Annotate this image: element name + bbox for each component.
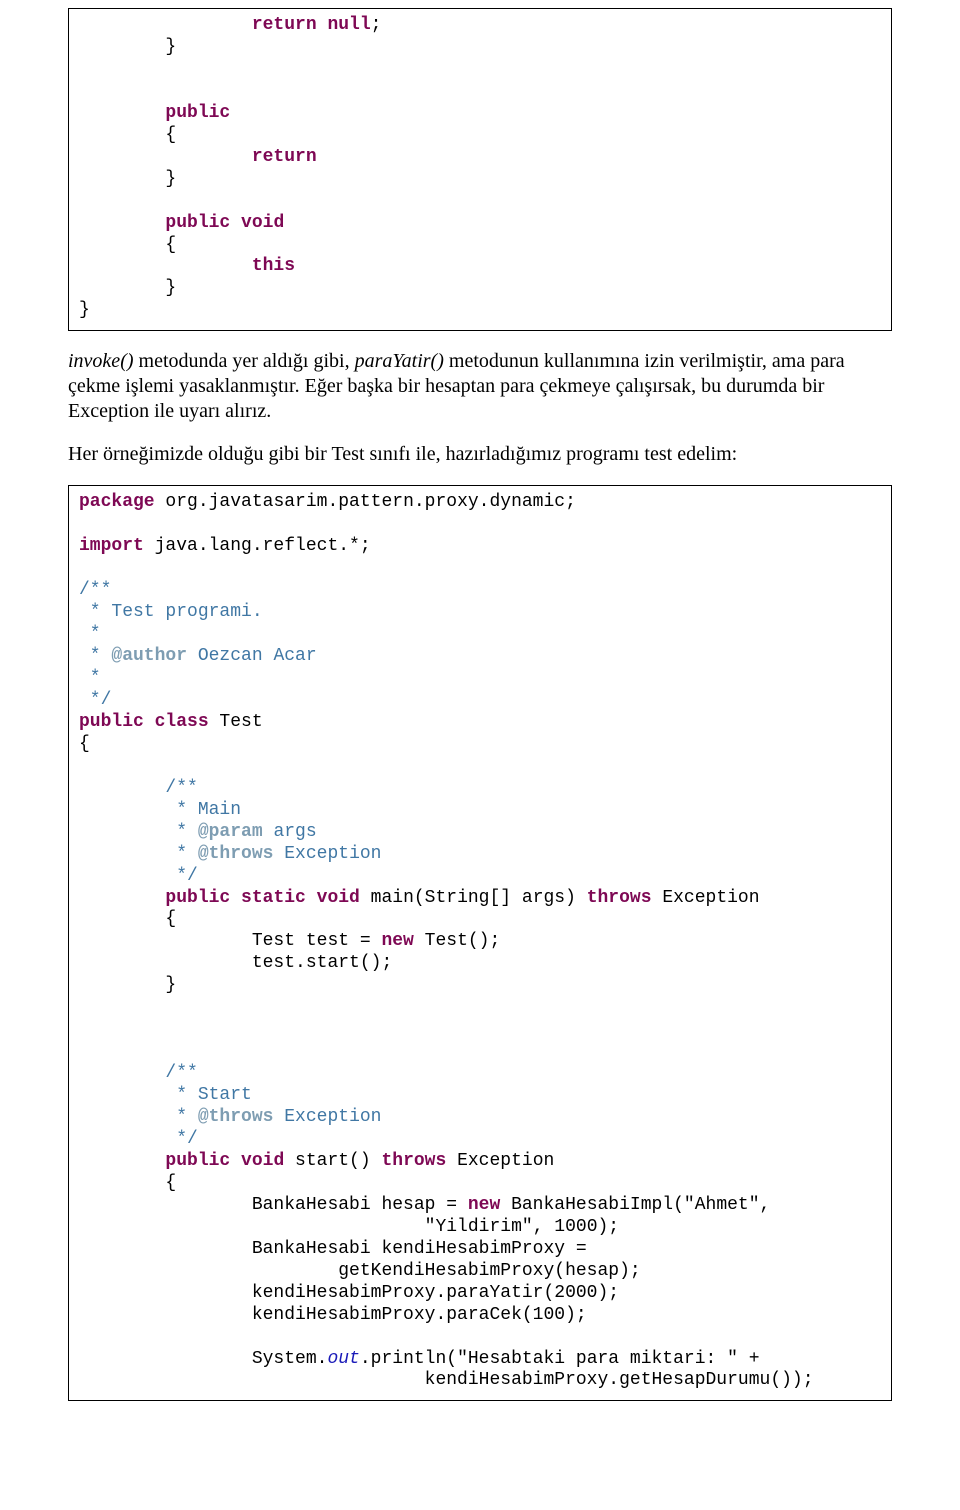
code-block-1: return null; } public { return } public … (68, 8, 892, 331)
text: .println( (360, 1349, 457, 1369)
text: BankaHesabi kendiHesabimProxy = (79, 1239, 597, 1259)
text: start() (284, 1151, 381, 1171)
javadoc: /** (79, 580, 111, 600)
text: { (79, 235, 176, 255)
text: java.lang.reflect.*; (144, 536, 371, 556)
text: Test(); (414, 931, 500, 951)
text: , (760, 1195, 771, 1215)
kw-public-void: public void (165, 213, 284, 233)
javadoc: * (79, 646, 111, 666)
javadoc: * (79, 668, 101, 688)
text: { (79, 909, 176, 929)
kw-new: new (468, 1195, 500, 1215)
javadoc: args (263, 822, 317, 842)
kw-public-class: public class (79, 712, 209, 732)
text: { (79, 125, 176, 145)
text: main(String[] args) (360, 888, 587, 908)
string-literal: "Yildirim" (425, 1217, 533, 1237)
javadoc: Exception (273, 844, 381, 864)
text: ; (371, 15, 382, 35)
text (79, 1327, 252, 1347)
javadoc-tag-param: @param (198, 822, 263, 842)
javadoc: * Start (79, 1085, 252, 1105)
static-member-out: out (327, 1349, 359, 1369)
text: } (79, 169, 176, 189)
text: BankaHesabi hesap = (79, 1195, 468, 1215)
javadoc: * (79, 844, 198, 864)
kw-public-static-void: public static void (165, 888, 359, 908)
italic-term: paraYatir() (355, 350, 444, 372)
javadoc: * (79, 1107, 198, 1127)
kw-package: package (79, 492, 155, 512)
text: System. (79, 1349, 327, 1369)
prose-paragraph-1: invoke() metodunda yer aldığı gibi, para… (68, 349, 892, 424)
kw-this: this (252, 256, 295, 276)
javadoc: /** (79, 1063, 198, 1083)
text (79, 1019, 165, 1039)
javadoc: Exception (273, 1107, 381, 1127)
italic-term: invoke() (68, 350, 134, 372)
code-block-2: package org.javatasarim.pattern.proxy.dy… (68, 485, 892, 1401)
kw-throws: throws (381, 1151, 446, 1171)
javadoc-tag-throws: @throws (198, 844, 274, 864)
javadoc: */ (79, 690, 111, 710)
text: Test (209, 712, 263, 732)
kw-new: new (381, 931, 413, 951)
text: Exception (652, 888, 760, 908)
text (79, 191, 165, 211)
string-literal: "Hesabtaki para miktari: " (457, 1349, 738, 1369)
javadoc: */ (79, 1129, 198, 1149)
javadoc-tag-author: @author (111, 646, 187, 666)
javadoc: */ (79, 866, 198, 886)
text: } (79, 975, 176, 995)
javadoc: * (79, 822, 198, 842)
javadoc: * (79, 624, 111, 644)
text (79, 1217, 425, 1237)
kw-public: public (165, 103, 230, 123)
text: BankaHesabiImpl( (500, 1195, 684, 1215)
kw-throws: throws (587, 888, 652, 908)
text: } (79, 37, 176, 57)
text: test.start(); (79, 953, 392, 973)
kw-public-void: public void (165, 1151, 284, 1171)
kw-import: import (79, 536, 144, 556)
string-literal: "Ahmet" (684, 1195, 760, 1215)
prose-section: invoke() metodunda yer aldığı gibi, para… (68, 349, 892, 467)
javadoc: Oezcan Acar (187, 646, 317, 666)
text: metodunda yer aldığı gibi, (134, 350, 355, 372)
kw-return: return (252, 147, 317, 167)
text: Test test = (79, 931, 381, 951)
javadoc: * Main (79, 800, 241, 820)
kw-return: return null (252, 15, 371, 35)
text: } (79, 278, 176, 298)
text: { (79, 1173, 176, 1193)
text: kendiHesabimProxy.paraYatir(2000); (79, 1283, 619, 1303)
text: } (79, 300, 90, 320)
prose-paragraph-2: Her örneğimizde olduğu gibi bir Test sın… (68, 442, 892, 467)
text: Exception (446, 1151, 554, 1171)
javadoc: * Test programi. (79, 602, 263, 622)
text: { (79, 734, 90, 754)
text: , 1000); (533, 1217, 619, 1237)
text: kendiHesabimProxy.paraCek(100); (79, 1305, 587, 1325)
text: kendiHesabimProxy.getHesapDurumu()); (79, 1370, 814, 1390)
javadoc: /** (79, 778, 198, 798)
text: + (738, 1349, 770, 1369)
javadoc-tag-throws: @throws (198, 1107, 274, 1127)
text: org.javatasarim.pattern.proxy.dynamic; (155, 492, 576, 512)
text: getKendiHesabimProxy(hesap); (79, 1261, 641, 1281)
